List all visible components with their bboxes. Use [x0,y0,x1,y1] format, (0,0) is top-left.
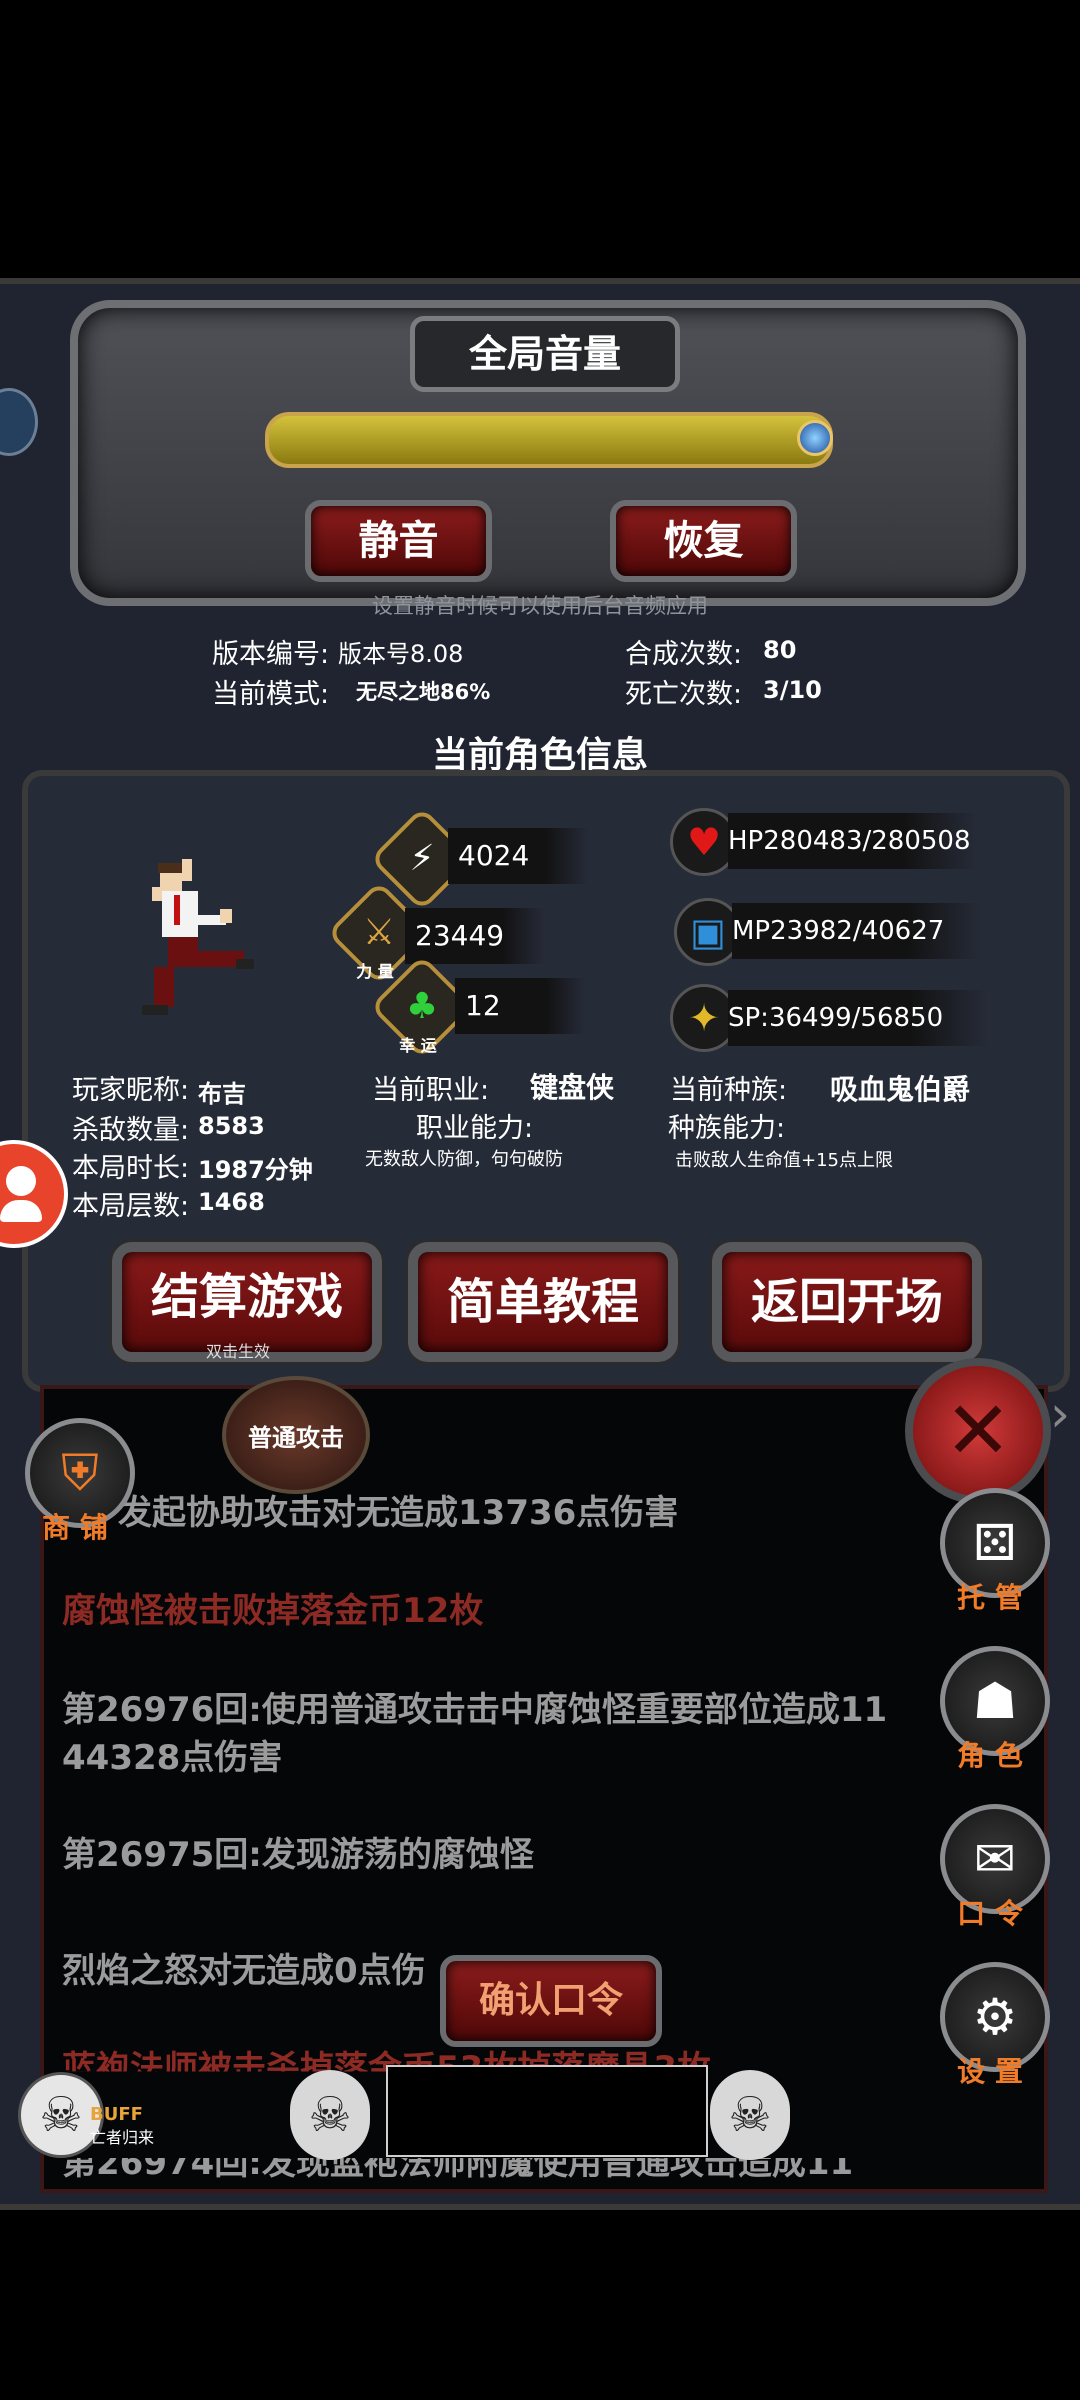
gear-icon: ⚙ [972,1988,1018,2046]
race-ability-label: 种族能力: [668,1113,786,1144]
synth-value: 80 [763,636,797,664]
close-icon: ✕ [944,1384,1012,1477]
death-value: 3/10 [763,676,822,704]
buff-desc: 亡者归来 [90,2128,155,2147]
volume-slider[interactable] [265,412,833,468]
floor-label: 本局层数: [72,1191,190,1222]
skull-left-icon: ☠ [290,2070,370,2160]
magic-value: 4024 [448,828,588,884]
settle-game-label: 结算游戏 [150,1269,343,1325]
chevron-right-icon[interactable]: › [1050,1385,1070,1443]
log-line: 腐蚀怪被击败掉落金币12枚 [62,1591,484,1631]
hp-value: HP280483/280508 [728,813,978,869]
mode-value: 无尽之地86% [356,680,491,704]
mute-hint: 设置静音时候可以使用后台音频应用 [372,594,708,618]
synth-label: 合成次数: [625,639,743,670]
command-input[interactable] [386,2065,708,2157]
user-icon [6,1166,36,1196]
sp-value: SP:36499/56850 [728,990,988,1046]
sword-icon: ⚔ [362,912,396,953]
tutorial-label: 简单教程 [446,1274,639,1330]
auto-label: 托 管 [957,1581,1023,1614]
log-line: 44328点伤害 [62,1738,283,1778]
kills-value: 8583 [198,1112,265,1140]
log-line: 第26975回:发现游荡的腐蚀怪 [62,1835,534,1875]
lightning-icon: ⚡ [409,838,435,879]
scroll-icon: ✉ [974,1830,1016,1888]
luck-value: 12 [455,978,585,1034]
normal-attack-label: 普通攻击 [248,1424,344,1452]
mode-label: 当前模式: [212,679,330,710]
log-line: 第26976回:使用普通攻击击中腐蚀怪重要部位造成11 [62,1690,888,1730]
race-ability-desc: 击败敌人生命值+15点上限 [675,1150,893,1171]
hooded-figure-icon: ☗ [972,1672,1018,1730]
buff-label: BUFF [90,2104,143,2125]
kills-label: 杀敌数量: [72,1115,190,1146]
job-ability-label: 职业能力: [416,1113,534,1144]
shop-label: 商 铺 [42,1511,108,1544]
power-value: 23449 [405,908,545,964]
command-label: 口 令 [957,1897,1023,1930]
confirm-command-button[interactable]: 确认口令 [440,1955,662,2047]
mute-button[interactable]: 静音 [305,500,492,582]
log-line: 发起协助攻击对无造成13736点伤害 [118,1493,679,1533]
dice-icon: ⚄ [973,1514,1017,1572]
duration-value: 1987分钟 [198,1156,313,1184]
restore-button[interactable]: 恢复 [610,500,797,582]
death-label: 死亡次数: [625,679,743,710]
nickname-value: 布吉 [198,1080,246,1108]
mp-value: MP23982/40627 [732,903,982,959]
job-ability-desc: 无数敌人防御，句句破防 [365,1149,563,1170]
tutorial-button[interactable]: 简单教程 [408,1242,678,1362]
nickname-label: 玩家昵称: [72,1075,190,1106]
volume-slider-knob[interactable] [797,420,833,456]
duration-label: 本局时长: [72,1153,190,1184]
volume-title: 全局音量 [410,316,680,392]
settle-game-note: 双击生效 [206,1342,271,1361]
luck-caption: 幸 运 [399,1036,437,1055]
return-start-button[interactable]: 返回开场 [712,1242,982,1362]
job-label: 当前职业: [372,1075,490,1106]
normal-attack-button[interactable]: 普通攻击 [222,1376,370,1494]
settings-label: 设 置 [957,2055,1023,2088]
version-label: 版本编号: [212,639,330,670]
return-start-label: 返回开场 [750,1274,943,1330]
floor-value: 1468 [198,1188,265,1216]
shop-icon: ⛨ [61,1444,99,1502]
race-label: 当前种族: [670,1075,788,1106]
user-icon-body [0,1200,42,1222]
skull-right-icon: ☠ [710,2070,790,2160]
character-sprite [142,859,254,1015]
race-value: 吸血鬼伯爵 [830,1073,971,1106]
job-value: 键盘侠 [530,1071,615,1104]
version-value: 版本号8.08 [338,640,464,668]
log-line: 烈焰之怒对无造成0点伤 [62,1951,426,1991]
role-label: 角 色 [957,1739,1023,1772]
close-button[interactable]: ✕ [905,1358,1051,1504]
clover-icon: ♣ [405,986,439,1027]
